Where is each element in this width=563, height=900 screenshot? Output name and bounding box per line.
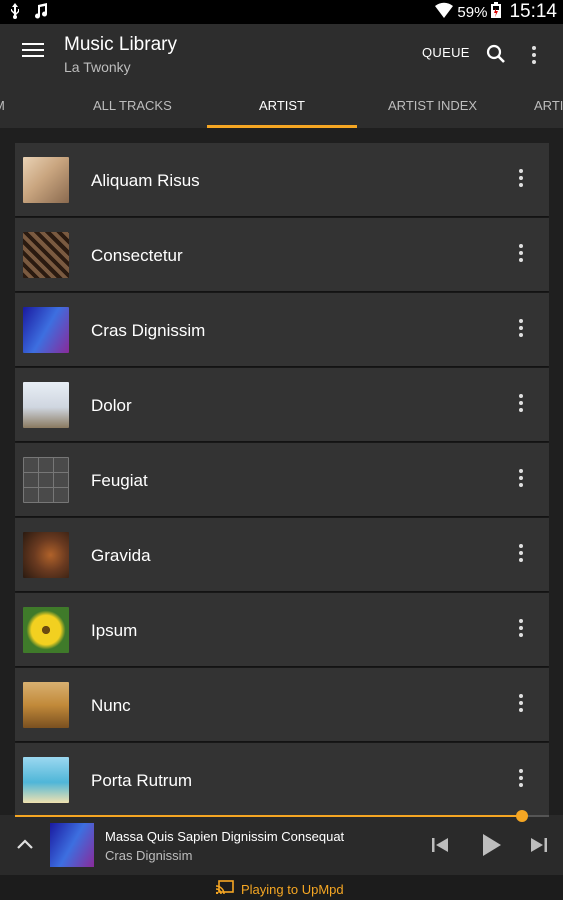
artist-name: Gravida	[91, 546, 151, 565]
tab-artist[interactable]: ARTIST	[259, 98, 305, 113]
more-vert-icon[interactable]	[515, 319, 527, 341]
album-art	[23, 457, 69, 503]
album-art	[23, 382, 69, 428]
list-item[interactable]: Dolor	[15, 368, 549, 441]
list-item[interactable]: Feugiat	[15, 443, 549, 516]
progress-handle[interactable]	[516, 810, 529, 822]
list-item[interactable]: Porta Rutrum	[15, 743, 549, 815]
skip-previous-icon[interactable]	[430, 835, 450, 855]
app-bar: Music Library La Twonky QUEUE	[0, 24, 563, 82]
cast-status[interactable]: Playing to UpMpd	[215, 880, 344, 899]
battery-icon	[491, 2, 502, 22]
artist-name: Feugiat	[91, 471, 148, 490]
tab-all-tracks[interactable]: ALL TRACKS	[93, 98, 172, 113]
battery-percent: 59%	[457, 3, 488, 21]
progress-fill	[15, 815, 523, 817]
now-playing-art[interactable]	[50, 823, 94, 867]
more-vert-icon[interactable]	[515, 619, 527, 641]
album-art	[23, 157, 69, 203]
chevron-up-icon[interactable]	[16, 837, 34, 851]
more-vert-icon[interactable]	[515, 394, 527, 416]
tab-artist-index[interactable]: ARTIST INDEX	[388, 98, 477, 113]
cast-bar: Playing to UpMpd	[0, 875, 563, 900]
music-note-icon	[34, 3, 48, 24]
now-playing-title: Massa Quis Sapien Dignissim Consequat	[105, 829, 345, 844]
artist-name: Consectetur	[91, 246, 183, 265]
tab-partial-right[interactable]: ARTI	[534, 98, 563, 113]
artist-name: Dolor	[91, 396, 132, 415]
queue-button[interactable]: QUEUE	[422, 45, 470, 60]
album-art	[23, 757, 69, 803]
more-vert-icon[interactable]	[515, 469, 527, 491]
more-vert-icon[interactable]	[515, 544, 527, 566]
usb-icon	[10, 3, 20, 24]
more-vert-icon[interactable]	[526, 44, 542, 64]
artist-name: Aliquam Risus	[91, 171, 200, 190]
player-bar: Massa Quis Sapien Dignissim Consequat Cr…	[0, 810, 563, 900]
progress-bar[interactable]	[15, 810, 549, 822]
list-item[interactable]: Cras Dignissim	[15, 293, 549, 366]
skip-next-icon[interactable]	[529, 835, 549, 855]
clock: 15:14	[509, 1, 557, 22]
play-icon[interactable]	[481, 832, 503, 858]
artist-list: Aliquam Risus Consectetur Cras Dignissim…	[15, 143, 549, 815]
artist-name: Ipsum	[91, 621, 138, 640]
cast-label: Playing to UpMpd	[241, 882, 344, 897]
more-vert-icon[interactable]	[515, 769, 527, 791]
server-name: La Twonky	[64, 59, 131, 75]
more-vert-icon[interactable]	[515, 244, 527, 266]
album-art	[23, 682, 69, 728]
artist-name: Porta Rutrum	[91, 771, 193, 790]
tab-partial-left[interactable]: M	[0, 98, 5, 113]
list-item[interactable]: Nunc	[15, 668, 549, 741]
album-art	[23, 532, 69, 578]
list-item[interactable]: Gravida	[15, 518, 549, 591]
more-vert-icon[interactable]	[515, 169, 527, 191]
tab-bar: M ALL TRACKS ARTIST ARTIST INDEX ARTI	[0, 82, 563, 128]
now-playing-artist: Cras Dignissim	[105, 848, 193, 863]
album-art	[23, 607, 69, 653]
search-icon[interactable]	[486, 44, 506, 64]
list-item[interactable]: Aliquam Risus	[15, 143, 549, 216]
more-vert-icon[interactable]	[515, 694, 527, 716]
artist-name: Nunc	[91, 696, 131, 715]
cast-icon	[215, 880, 234, 899]
menu-icon[interactable]	[22, 43, 44, 61]
album-art	[23, 307, 69, 353]
artist-name: Cras Dignissim	[91, 321, 206, 340]
tab-indicator	[207, 125, 357, 128]
list-item[interactable]: Ipsum	[15, 593, 549, 666]
page-title: Music Library	[64, 34, 177, 55]
list-item[interactable]: Consectetur	[15, 218, 549, 291]
album-art	[23, 232, 69, 278]
status-bar: 59% 15:14	[0, 0, 563, 24]
wifi-icon	[435, 2, 454, 22]
